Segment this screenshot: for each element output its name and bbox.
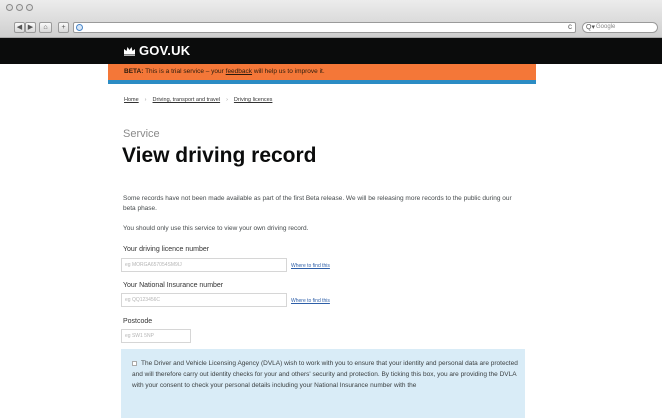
title-bar: ◀ ▶ ⌂ + c Q▾ Google <box>0 0 662 38</box>
nav-buttons: ◀ ▶ <box>14 22 36 33</box>
home-button[interactable]: ⌂ <box>39 22 52 33</box>
beta-text-after: will help us to improve it. <box>252 68 325 75</box>
postcode-label: Postcode <box>123 318 153 325</box>
breadcrumb: Home › Driving, transport and travel › D… <box>124 97 272 104</box>
licence-help-link[interactable]: Where to find this <box>291 263 330 270</box>
breadcrumb-home[interactable]: Home <box>124 97 139 104</box>
intro-paragraph: Some records have not been made availabl… <box>123 195 512 212</box>
own-record-paragraph: You should only use this service to view… <box>123 225 309 232</box>
beta-tag: BETA: <box>124 68 144 75</box>
breadcrumb-driving-licences[interactable]: Driving licences <box>234 97 273 104</box>
zoom-window-button[interactable] <box>26 4 33 11</box>
licence-number-placeholder: eg MORGA657054SM9IJ <box>125 262 182 268</box>
crown-icon <box>124 47 135 56</box>
window-controls <box>6 4 33 11</box>
close-window-button[interactable] <box>6 4 13 11</box>
ni-number-placeholder: eg QQ123456C <box>125 297 161 303</box>
address-bar[interactable]: c <box>73 22 576 33</box>
browser-window: ◀ ▶ ⌂ + c Q▾ Google GOV.UK BETA: This is… <box>0 0 662 418</box>
ni-number-input[interactable]: eg QQ123456C <box>121 293 287 307</box>
govuk-header: GOV.UK <box>0 38 662 64</box>
web-page: GOV.UK BETA: This is a trial service – y… <box>0 38 662 418</box>
licence-number-label: Your driving licence number <box>123 246 210 253</box>
header-rule <box>108 80 536 84</box>
search-field[interactable]: Q▾ Google <box>582 22 658 33</box>
consent-checkbox[interactable] <box>132 361 137 366</box>
page-title: View driving record <box>122 144 317 167</box>
breadcrumb-separator: › <box>144 97 147 103</box>
consent-text: The Driver and Vehicle Licensing Agency … <box>132 360 518 389</box>
search-placeholder: Google <box>596 24 616 30</box>
postcode-input[interactable]: eg SW1 5NP <box>121 329 191 343</box>
service-label: Service <box>123 128 160 140</box>
govuk-logo[interactable]: GOV.UK <box>139 43 190 59</box>
beta-message: BETA: This is a trial service – your fee… <box>124 68 325 76</box>
reload-icon[interactable]: c <box>568 22 572 31</box>
breadcrumb-driving-transport[interactable]: Driving, transport and travel <box>153 97 221 104</box>
ni-number-label: Your National Insurance number <box>123 282 224 289</box>
forward-button[interactable]: ▶ <box>25 22 36 33</box>
beta-text-before: This is a trial service – your <box>143 68 226 75</box>
back-button[interactable]: ◀ <box>14 22 25 33</box>
postcode-placeholder: eg SW1 5NP <box>125 333 154 339</box>
licence-number-input[interactable]: eg MORGA657054SM9IJ <box>121 258 287 272</box>
search-icon: Q▾ <box>586 24 595 31</box>
globe-icon <box>76 24 83 31</box>
feedback-link[interactable]: feedback <box>226 68 252 75</box>
add-bookmark-button[interactable]: + <box>58 22 69 33</box>
ni-help-link[interactable]: Where to find this <box>291 298 330 305</box>
breadcrumb-separator: › <box>226 97 228 103</box>
browser-toolbar: ◀ ▶ ⌂ + c Q▾ Google <box>0 20 662 36</box>
minimize-window-button[interactable] <box>16 4 23 11</box>
